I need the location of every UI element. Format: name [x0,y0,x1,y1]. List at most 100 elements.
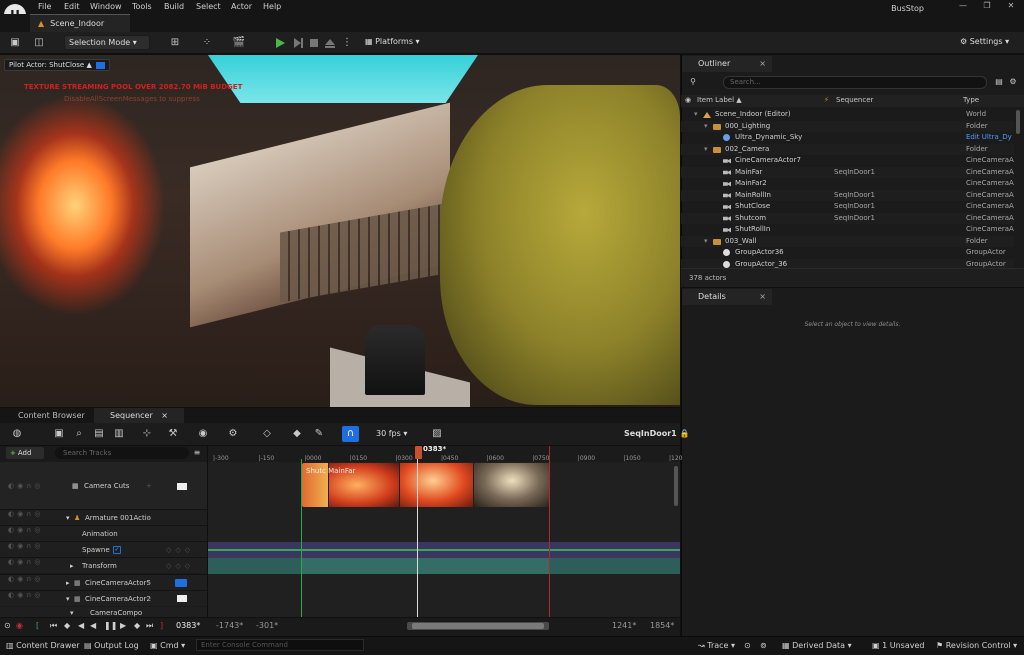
save-icon[interactable]: ▣ [8,36,22,50]
derived-data-dropdown[interactable]: ▦ Derived Data ▾ [782,641,852,650]
visibility-icon[interactable]: ◉ [685,96,691,104]
expand-chevron-icon[interactable]: ▾ [704,144,708,155]
playback-start-marker[interactable] [301,459,302,617]
add-key-icon[interactable]: + [146,579,152,587]
trace-options-icon[interactable]: ⊙ [744,641,751,650]
key-nav-icons[interactable]: ◇◇◇ [166,546,194,554]
outliner-row[interactable]: ▾ 003_Wall Folder [681,235,1014,247]
transport-frame[interactable]: 0383* [176,621,200,630]
eject-pilot-icon[interactable]: ▲ [86,61,91,69]
jump-start-marker-icon[interactable]: [ [36,621,39,630]
menu-window[interactable]: Window [90,2,122,11]
jump-to-end-icon[interactable]: ⏭ [146,621,153,631]
view-range-thumb[interactable] [412,623,544,629]
track-toggles[interactable]: ◐◉∩◎ [8,591,43,599]
transform-section-active[interactable] [301,558,550,574]
outliner-row[interactable]: MainFar SeqInDoor1 CineCameraA [681,166,1014,178]
world-icon[interactable]: ◍ [10,427,24,441]
level-tab[interactable]: ▲ Scene_Indoor [30,14,130,32]
play-reverse-icon[interactable]: ◀ [90,621,96,630]
outliner-tab[interactable]: Outliner × [682,56,772,72]
stop-icon[interactable] [308,37,320,49]
menu-build[interactable]: Build [164,2,184,11]
outliner-row[interactable]: CineCameraActor7 CineCameraA [681,155,1014,167]
prev-frame-icon[interactable]: ◀ [78,621,84,630]
menu-tools[interactable]: Tools [132,2,152,11]
track-animation[interactable]: ◐◉∩◎ Animation [0,525,207,541]
maximize-button[interactable]: ❐ [976,1,998,13]
save-sequence-icon[interactable]: ▣ [52,427,66,441]
unsaved-button[interactable]: ▣ 1 Unsaved [872,641,924,650]
cinematics-icon[interactable]: 🎬 [232,36,246,50]
expand-chevron-icon[interactable]: ▾ [66,595,70,603]
add-actor-icon[interactable]: ⊞ [168,36,182,50]
auto-key-icon[interactable]: ◆ [290,427,304,441]
track-camera-cuts[interactable]: ◐◉∩◎ ▦ Camera Cuts + [0,462,207,509]
output-log-button[interactable]: ▤ Output Log [84,641,139,650]
track-armature[interactable]: ◐◉∩◎ ▾ ♟ Armature 001Actio + [0,509,207,525]
details-tab[interactable]: Details × [682,289,772,305]
playback-end-marker[interactable] [549,446,550,617]
track-transform[interactable]: ◐◉∩◎ ▸ Transform ◇◇◇ [0,557,207,573]
track-toggles[interactable]: ◐◉∩◎ [8,558,43,566]
track-toggles[interactable]: ◐◉∩◎ [8,542,43,550]
column-sequencer[interactable]: Sequencer [836,96,873,104]
close-window-button[interactable]: ✕ [1000,1,1022,13]
add-folder-icon[interactable]: ▤ [992,75,1006,89]
expand-chevron-icon[interactable]: ▾ [704,121,708,132]
tab-content-browser[interactable]: Content Browser [2,408,90,423]
revision-control-dropdown[interactable]: ⚑ Revision Control ▾ [936,641,1017,650]
column-type[interactable]: Type [963,96,979,104]
add-track-button[interactable]: + Add [6,447,44,459]
outliner-row[interactable]: ▾ 000_Lighting Folder [681,120,1014,132]
render-movie-icon[interactable]: ▤ [92,427,106,441]
eject-icon[interactable] [324,37,336,49]
expand-chevron-icon[interactable]: ▸ [70,562,74,570]
menu-actor[interactable]: Actor [231,2,252,11]
outliner-row[interactable]: ShutClose SeqInDoor1 CineCameraA [681,201,1014,213]
track-toggles[interactable]: ◐◉∩◎ [8,526,43,534]
trace-snapshot-icon[interactable]: ⊚ [760,641,767,650]
outliner-row[interactable]: GroupActor36 GroupActor [681,247,1014,259]
record-icon[interactable]: ◉ [16,621,23,630]
spawned-checkbox[interactable]: ✓ [113,546,121,554]
fps-dropdown[interactable]: 30 fps ▾ [376,429,407,438]
jump-to-start-icon[interactable]: ⏮ [50,621,57,631]
add-key-icon[interactable]: + [146,514,152,522]
next-frame-icon[interactable]: ▶ [120,621,126,630]
outliner-search-input[interactable]: Search... [723,76,987,89]
wrench-icon[interactable]: ⚒ [166,427,180,441]
add-key-icon[interactable]: + [146,595,152,603]
level-viewport[interactable]: TEXTURE STREAMING POOL OVER 2082.70 MiB … [0,55,680,407]
view-range-start[interactable]: -1743* [216,621,243,630]
expand-chevron-icon[interactable]: ▾ [70,609,74,617]
settings-icon[interactable]: ⊙ [4,621,11,630]
selection-mode-dropdown[interactable]: Selection Mode ▾ [64,35,150,50]
playback-range-out[interactable]: 1241* [612,621,636,630]
playback-icon[interactable]: ⚙ [226,427,240,441]
pilot-actor-badge[interactable]: Pilot Actor: ShutClose ▲ [4,59,110,71]
camera-cuts-icon[interactable]: ▥ [112,427,126,441]
outliner-gear-icon[interactable]: ⚙ [1006,75,1020,89]
platforms-dropdown[interactable]: ▦ Platforms ▾ [365,37,420,46]
expand-chevron-icon[interactable]: ▸ [66,579,70,587]
menu-select[interactable]: Select [196,2,221,11]
outliner-scrollbar[interactable] [1016,110,1020,134]
shot-thumbnail[interactable] [400,463,473,507]
close-icon[interactable]: × [161,411,168,420]
expand-chevron-icon[interactable]: ▾ [694,109,698,120]
pause-icon[interactable]: ❚❚ [104,621,117,630]
close-icon[interactable]: × [759,289,766,305]
more-options-icon[interactable]: ⋮ [340,36,354,50]
track-filter-icon[interactable]: ≡ [190,446,204,460]
view-eye-icon[interactable]: ◉ [196,427,210,441]
add-key-icon[interactable]: + [146,482,152,490]
outliner-row[interactable]: ▾ 002_Camera Folder [681,143,1014,155]
outliner-row[interactable]: MainFar2 CineCameraA [681,178,1014,190]
menu-file[interactable]: File [38,2,51,11]
playhead-handle[interactable] [415,446,422,459]
outliner-row[interactable]: ShutRollIn CineCameraA [681,224,1014,236]
settings-dropdown[interactable]: ⚙ Settings ▾ [960,37,1009,46]
key-nav-icons[interactable]: ◇◇◇ [166,562,194,570]
track-camera-component[interactable]: ▾ CameraCompo [0,607,207,617]
